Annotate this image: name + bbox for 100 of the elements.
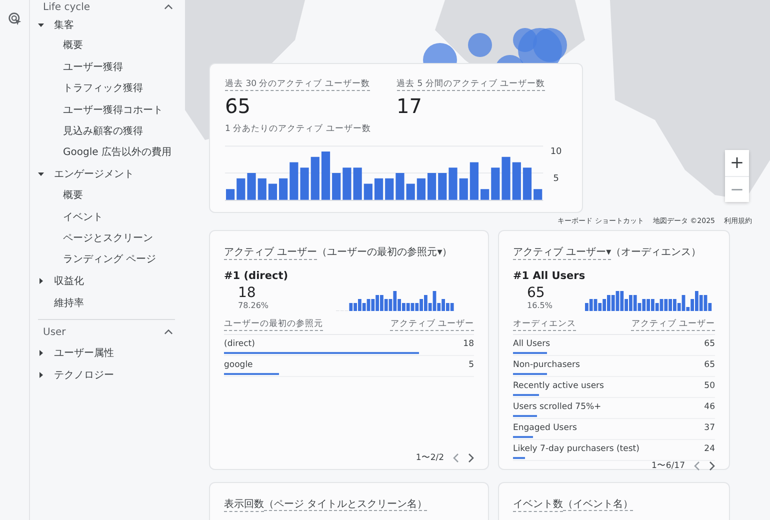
top-item-share: 78.26% xyxy=(238,301,269,311)
nav-subitem[interactable]: ページとスクリーン xyxy=(38,228,175,250)
metric-label: 過去 5 分間のアクティブ ユーザー数 xyxy=(396,78,546,91)
table-cell: 65 xyxy=(704,360,715,370)
metric-selector[interactable]: アクティブ ユーザー▾ xyxy=(513,245,612,260)
chart-bar xyxy=(374,178,384,200)
table-cell: 37 xyxy=(704,423,715,433)
chart-bar xyxy=(534,189,542,200)
chart-bar xyxy=(279,178,288,200)
metric-label: 過去 30 分のアクティブ ユーザー数 xyxy=(225,78,370,91)
metric-selector[interactable]: イベント数 xyxy=(513,497,563,512)
dimension-selector[interactable]: （ページ タイトルとスクリーン名） xyxy=(264,497,428,511)
nav-subitem[interactable]: イベント xyxy=(38,206,175,228)
nav-subitem[interactable]: ランディング ページ xyxy=(38,249,175,271)
table-cell: 18 xyxy=(463,339,474,349)
nav-subitem[interactable]: トラフィック獲得 xyxy=(38,78,175,100)
caret-icon[interactable] xyxy=(38,350,44,356)
chart-bar xyxy=(427,173,436,200)
metric-value: 17 xyxy=(396,94,423,118)
chart-bar xyxy=(226,189,235,200)
table-cell: (direct) xyxy=(224,339,255,349)
chart-bar xyxy=(406,184,415,200)
table-cell: All Users xyxy=(513,339,550,349)
chart-bar xyxy=(268,184,278,200)
chevron-icon[interactable] xyxy=(164,4,173,10)
section-title: User xyxy=(43,326,66,338)
table-cell: Recently active users xyxy=(513,381,604,391)
caret-icon[interactable] xyxy=(38,372,44,378)
table-cell: Likely 7-day purchasers (test) xyxy=(513,444,640,454)
chart-bar xyxy=(448,168,458,200)
chart-bar xyxy=(512,162,521,200)
caret-icon[interactable] xyxy=(38,171,44,178)
caret-icon[interactable] xyxy=(38,278,44,284)
zoom-in-button[interactable]: + xyxy=(725,150,749,176)
previous-page-icon[interactable] xyxy=(694,461,700,471)
chart-bar xyxy=(522,168,532,200)
chart-bar xyxy=(247,173,256,200)
chart-bar xyxy=(310,156,320,200)
metric-selector[interactable]: アクティブ ユーザー xyxy=(224,245,318,260)
chart-title: 1 分あたりのアクティブ ユーザー数 xyxy=(225,123,372,135)
realtime-pointer-icon[interactable] xyxy=(8,12,22,26)
chart-bar xyxy=(491,168,500,200)
dimension-selector[interactable]: （オーディエンス） xyxy=(611,245,702,259)
top-item-share: 16.5% xyxy=(527,301,552,311)
chart-bar xyxy=(300,168,309,200)
table-cell: Users scrolled 75%+ xyxy=(513,402,602,412)
chart-bar xyxy=(480,189,490,200)
nav-subitem[interactable]: 見込み顧客の獲得 xyxy=(38,120,175,142)
user-location-bubble xyxy=(533,28,567,62)
column-header: アクティブ ユーザー xyxy=(390,319,474,331)
table-cell: Engaged Users xyxy=(513,423,577,433)
nav-item[interactable]: 集客 xyxy=(54,18,74,32)
dimension-selector[interactable]: （ユーザーの最初の参照元▾） xyxy=(317,245,452,259)
chart-bar xyxy=(236,178,246,200)
dimension-selector[interactable]: （イベント名） xyxy=(563,497,633,511)
chart-bar xyxy=(321,152,330,200)
next-page-icon[interactable] xyxy=(709,461,715,471)
top-item-value: 65 xyxy=(527,285,546,301)
chart-bar xyxy=(385,178,394,200)
top-item-value: 18 xyxy=(238,285,257,301)
table-cell: Non-purchasers xyxy=(513,360,580,370)
pagination-label: 1〜6/17 xyxy=(652,461,685,471)
chart-bar xyxy=(396,173,404,200)
nav-subitem[interactable]: ユーザー獲得コホート xyxy=(38,100,175,121)
table-cell: 65 xyxy=(704,339,715,349)
chart-bar xyxy=(502,156,510,200)
column-header: アクティブ ユーザー xyxy=(631,319,715,331)
column-header: オーディエンス xyxy=(513,319,576,331)
next-page-icon[interactable] xyxy=(468,453,474,463)
chart-bar xyxy=(332,173,341,200)
nav-item[interactable]: テクノロジー xyxy=(54,368,114,382)
chart-bar xyxy=(342,168,352,200)
table-cell: 46 xyxy=(704,402,715,412)
nav-subitem[interactable]: Google 広告以外の費用 xyxy=(38,142,175,164)
chart-bar xyxy=(470,162,479,200)
user-location-bubble xyxy=(468,33,492,57)
chart-bar xyxy=(364,184,372,200)
chart-bar xyxy=(438,173,447,200)
nav-item[interactable]: ユーザー属性 xyxy=(54,346,114,360)
table-cell: 50 xyxy=(704,381,715,391)
section-title: Life cycle xyxy=(43,2,90,12)
top-item-label: #1 All Users xyxy=(513,270,586,283)
nav-subitem[interactable]: 概要 xyxy=(38,35,175,57)
caret-icon[interactable] xyxy=(38,22,44,28)
column-header: ユーザーの最初の参照元 xyxy=(224,319,323,331)
axis-tick: 10 xyxy=(550,147,562,158)
metric-selector[interactable]: 表示回数 xyxy=(224,497,264,512)
table-cell: 5 xyxy=(468,360,474,370)
pagination-label: 1〜2/2 xyxy=(416,453,444,463)
nav-item[interactable]: エンゲージメント xyxy=(54,167,134,182)
nav-item[interactable]: 維持率 xyxy=(54,296,84,310)
chevron-icon[interactable] xyxy=(164,329,173,336)
chart-bar xyxy=(290,162,298,200)
top-item-label: #1 (direct) xyxy=(224,270,290,283)
chart-bar xyxy=(459,178,468,200)
nav-subitem[interactable]: ユーザー獲得 xyxy=(38,56,175,78)
nav-item[interactable]: 収益化 xyxy=(54,274,84,288)
nav-subitem[interactable]: 概要 xyxy=(38,185,175,207)
axis-tick: 5 xyxy=(553,174,559,184)
previous-page-icon[interactable] xyxy=(453,453,459,463)
